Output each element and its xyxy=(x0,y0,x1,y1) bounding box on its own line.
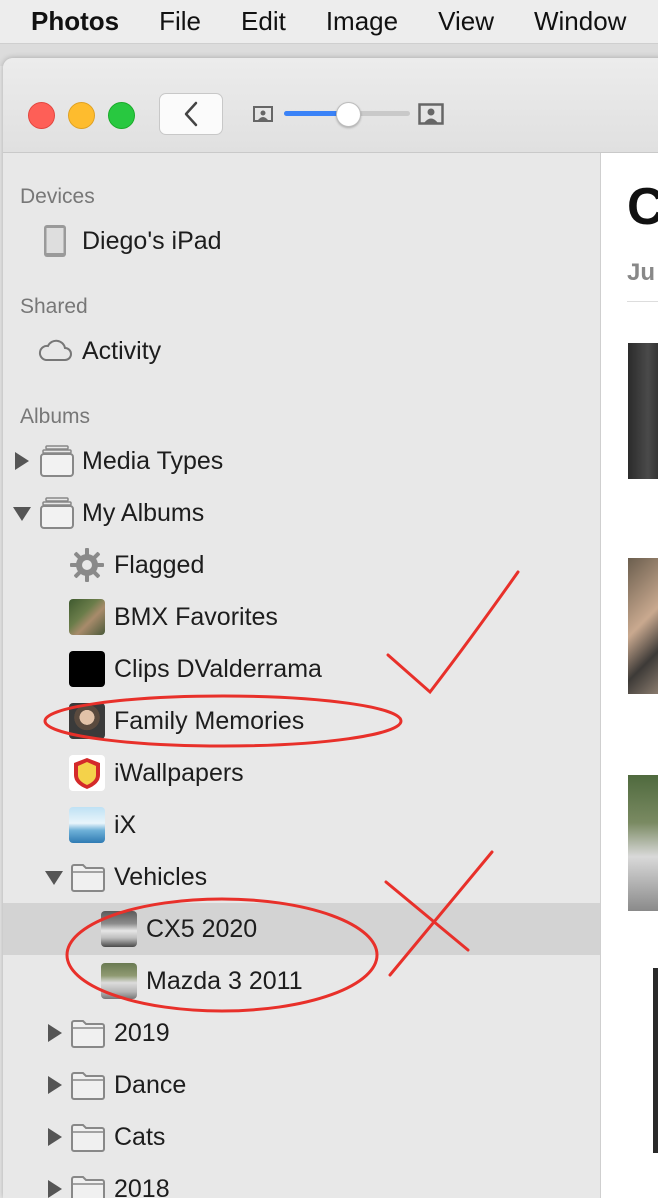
sidebar-item-label: 2019 xyxy=(114,1019,170,1047)
close-window-button[interactable] xyxy=(28,102,55,129)
menu-file[interactable]: File xyxy=(159,6,201,37)
disclosure-right-icon[interactable] xyxy=(48,1024,62,1042)
menu-app-photos[interactable]: Photos xyxy=(31,6,119,37)
album-stack-icon xyxy=(40,445,74,477)
sidebar-item-label: 2018 xyxy=(114,1175,170,1198)
menu-window[interactable]: Window xyxy=(534,6,626,37)
photo-thumbnail[interactable] xyxy=(628,343,658,479)
disclosure-down-icon[interactable] xyxy=(45,871,63,885)
album-stack-icon xyxy=(40,497,74,529)
menu-view[interactable]: View xyxy=(438,6,494,37)
sidebar-item-label: Vehicles xyxy=(114,863,208,891)
sidebar-item-media-types[interactable]: Media Types xyxy=(3,435,600,487)
disclosure-right-icon[interactable] xyxy=(48,1128,62,1146)
sidebar-item-label: Cats xyxy=(114,1123,166,1151)
sidebar-item-label: Family Memories xyxy=(114,707,305,735)
sidebar-item-label: Media Types xyxy=(82,447,224,475)
folder-icon xyxy=(71,1176,105,1198)
sidebar-item-vehicles[interactable]: Vehicles xyxy=(3,851,600,903)
minimize-window-button[interactable] xyxy=(68,102,95,129)
sidebar-item-mazda-3-2011[interactable]: Mazda 3 2011 xyxy=(3,955,600,1007)
sidebar-item-cx5-2020[interactable]: CX5 2020 xyxy=(3,903,600,955)
sidebar-item-activity[interactable]: Activity xyxy=(3,325,600,377)
disclosure-right-icon[interactable] xyxy=(15,452,29,470)
sidebar-item-label: Mazda 3 2011 xyxy=(146,967,303,995)
photos-window: Devices Diego's iPad Shared Activity Alb… xyxy=(3,58,658,1198)
sidebar-item-label: iX xyxy=(114,811,137,839)
gear-icon xyxy=(70,548,104,582)
album-thumbnail xyxy=(69,651,105,687)
menu-bar: Photos File Edit Image View Window xyxy=(0,0,658,44)
sidebar-item-label: BMX Favorites xyxy=(114,603,278,631)
sidebar-item-label: iWallpapers xyxy=(114,759,244,787)
album-thumbnail xyxy=(69,599,105,635)
menu-edit[interactable]: Edit xyxy=(241,6,286,37)
window-toolbar xyxy=(3,58,658,153)
album-date-subtitle: Ju xyxy=(627,259,656,286)
sidebar-item-dance[interactable]: Dance xyxy=(3,1059,600,1111)
sidebar-item-family-memories[interactable]: Family Memories xyxy=(3,695,600,747)
folder-icon xyxy=(71,1072,105,1100)
sidebar-item-my-albums[interactable]: My Albums xyxy=(3,487,600,539)
sidebar-item-iwallpapers[interactable]: iWallpapers xyxy=(3,747,600,799)
album-title: C xyxy=(627,178,658,236)
cloud-icon xyxy=(38,339,72,361)
zoom-in-photo-icon[interactable] xyxy=(418,103,444,125)
sidebar-item-label: CX5 2020 xyxy=(146,915,258,943)
sidebar-item-label: Activity xyxy=(82,337,162,365)
sidebar: Devices Diego's iPad Shared Activity Alb… xyxy=(3,153,601,1198)
chevron-left-icon xyxy=(184,101,198,127)
albums-header: Albums xyxy=(20,405,91,428)
disclosure-right-icon[interactable] xyxy=(48,1076,62,1094)
sidebar-item-label: Dance xyxy=(114,1071,187,1099)
photo-thumbnail[interactable] xyxy=(628,775,658,911)
sidebar-item-flagged[interactable]: Flagged xyxy=(3,539,600,591)
sidebar-item-clips-dvalderrama[interactable]: Clips DValderrama xyxy=(3,643,600,695)
sidebar-item-bmx-favorites[interactable]: BMX Favorites xyxy=(3,591,600,643)
photo-thumbnail[interactable] xyxy=(653,968,658,1153)
shared-header: Shared xyxy=(20,295,88,318)
album-content-pane: C Ju xyxy=(601,153,658,1198)
sidebar-item-label: Flagged xyxy=(114,551,205,579)
zoom-slider-knob[interactable] xyxy=(335,102,361,127)
disclosure-right-icon[interactable] xyxy=(48,1180,62,1198)
sidebar-item-ipad[interactable]: Diego's iPad xyxy=(3,215,600,267)
disclosure-down-icon[interactable] xyxy=(13,507,31,521)
sidebar-item-ix[interactable]: iX xyxy=(3,799,600,851)
ipad-icon xyxy=(44,225,66,257)
album-thumbnail xyxy=(101,963,137,999)
photo-thumbnail[interactable] xyxy=(628,558,658,694)
sidebar-item-2019[interactable]: 2019 xyxy=(3,1007,600,1059)
s-and-m-logo-icon xyxy=(69,755,105,791)
sidebar-item-label: Clips DValderrama xyxy=(114,655,322,683)
sidebar-item-cats[interactable]: Cats xyxy=(3,1111,600,1163)
back-button[interactable] xyxy=(159,93,223,135)
folder-icon xyxy=(71,1020,105,1048)
album-thumbnail xyxy=(69,703,105,739)
divider xyxy=(627,301,658,302)
devices-header: Devices xyxy=(20,185,95,208)
album-thumbnail xyxy=(101,911,137,947)
zoom-window-button[interactable] xyxy=(108,102,135,129)
album-thumbnail xyxy=(69,807,105,843)
menu-image[interactable]: Image xyxy=(326,6,398,37)
sidebar-item-2018[interactable]: 2018 xyxy=(3,1163,600,1198)
sidebar-item-label: Diego's iPad xyxy=(82,227,222,255)
folder-icon xyxy=(71,864,105,892)
sidebar-item-label: My Albums xyxy=(82,499,205,527)
folder-icon xyxy=(71,1124,105,1152)
zoom-out-photo-icon[interactable] xyxy=(253,106,273,122)
